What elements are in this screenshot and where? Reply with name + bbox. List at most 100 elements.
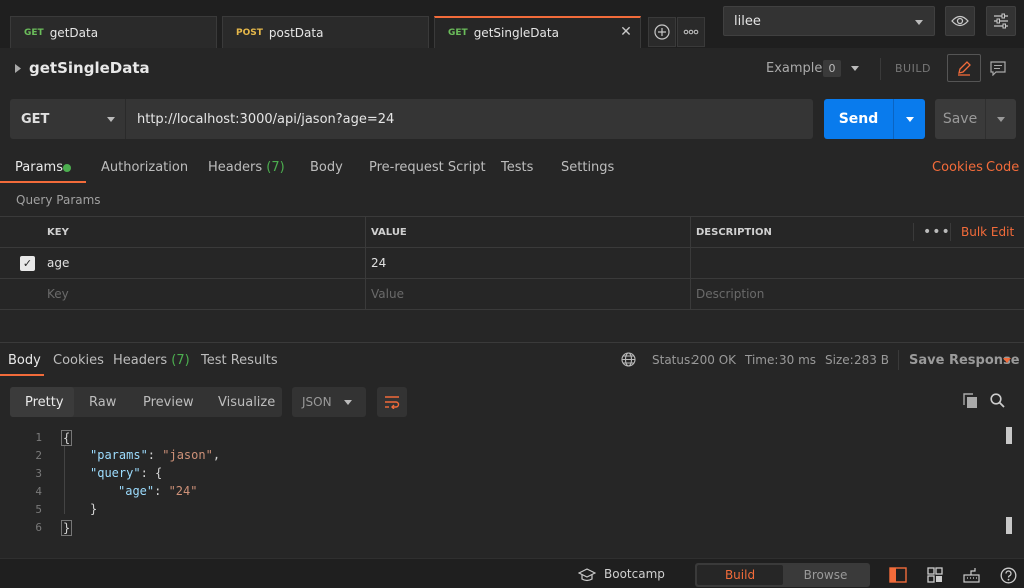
- format-preview-button[interactable]: Preview: [143, 395, 194, 410]
- size-label: Size:: [825, 353, 854, 367]
- tab-label: getData: [49, 25, 99, 40]
- status-label: Status:: [652, 353, 695, 367]
- response-tab-cookies[interactable]: Cookies: [53, 353, 104, 368]
- comment-icon: [990, 60, 1006, 76]
- column-header-value: VALUE: [371, 226, 407, 238]
- send-button[interactable]: Send: [824, 99, 893, 139]
- divider: [880, 58, 881, 80]
- chevron-down-icon[interactable]: [1003, 358, 1011, 363]
- json-key: "query": [90, 466, 141, 480]
- chevron-down-icon[interactable]: [851, 66, 859, 71]
- code-link[interactable]: Code: [986, 160, 1019, 175]
- request-title[interactable]: getSingleData: [29, 59, 150, 77]
- keyboard-shortcuts-button[interactable]: [962, 566, 980, 584]
- scrollbar-thumb[interactable]: [1006, 517, 1012, 534]
- search-icon[interactable]: [990, 393, 1005, 408]
- tab-getData[interactable]: GET getData: [10, 16, 217, 48]
- chevron-down-icon: [906, 117, 914, 122]
- layout-toggle-button[interactable]: [926, 566, 944, 584]
- json-string: "24": [168, 484, 198, 498]
- code-line-open-brace: {: [61, 430, 73, 446]
- divider: [913, 223, 914, 241]
- scrollbar-thumb[interactable]: [1006, 427, 1012, 444]
- url-input[interactable]: http://localhost:3000/api/jason?age=24: [125, 99, 813, 139]
- tab-body[interactable]: Body: [310, 160, 343, 175]
- format-visualize-button[interactable]: Visualize: [218, 395, 275, 410]
- tab-params[interactable]: Params: [15, 160, 71, 175]
- chevron-down-icon: [997, 117, 1005, 122]
- active-tab-indicator: [0, 374, 44, 376]
- json-key: "age": [118, 484, 155, 498]
- divider: [0, 342, 1024, 343]
- query-params-heading: Query Params: [16, 193, 101, 207]
- tab-headers-label: Headers: [208, 160, 263, 175]
- headers-count: (7): [266, 160, 285, 175]
- copy-icon[interactable]: [963, 393, 978, 409]
- tab-tests[interactable]: Tests: [501, 160, 533, 175]
- save-options-button[interactable]: [985, 99, 1016, 139]
- bootcamp-link[interactable]: Bootcamp: [604, 567, 665, 581]
- response-tab-headers[interactable]: Headers (7): [113, 353, 190, 368]
- code-line-query: "query": {: [90, 466, 163, 480]
- format-raw-button[interactable]: Raw: [89, 395, 116, 410]
- divider: [950, 223, 951, 241]
- param-enabled-checkbox[interactable]: ✓: [20, 256, 35, 271]
- build-mode-button[interactable]: Build: [697, 565, 783, 585]
- status-value[interactable]: 200 OK: [692, 353, 736, 367]
- wrap-lines-button[interactable]: [377, 387, 407, 417]
- response-tab-test-results[interactable]: Test Results: [201, 353, 278, 368]
- language-select[interactable]: JSON: [292, 387, 366, 417]
- param-value-input[interactable]: 24: [365, 248, 386, 278]
- cookies-link[interactable]: Cookies: [932, 160, 983, 175]
- line-number: 3: [35, 467, 42, 480]
- help-button[interactable]: [999, 566, 1017, 584]
- close-icon[interactable]: ✕: [618, 24, 634, 40]
- manage-environments-button[interactable]: [986, 6, 1016, 36]
- tab-options-button[interactable]: [677, 17, 705, 47]
- environment-select[interactable]: lilee: [723, 6, 935, 36]
- tab-authorization[interactable]: Authorization: [101, 160, 188, 175]
- tab-label: getSingleData: [473, 26, 559, 40]
- environment-quick-look-button[interactable]: [945, 6, 975, 36]
- code-line-age: "age": "24": [118, 484, 198, 498]
- json-key: "params": [90, 448, 148, 462]
- new-key-input[interactable]: Key: [41, 279, 69, 309]
- two-pane-view-button[interactable]: [889, 566, 907, 584]
- time-label: Time:: [745, 353, 779, 367]
- size-value[interactable]: 283 B: [854, 353, 889, 367]
- param-key-input[interactable]: age: [41, 248, 69, 278]
- tab-settings[interactable]: Settings: [561, 160, 614, 175]
- time-value[interactable]: 30 ms: [779, 353, 816, 367]
- globe-icon[interactable]: [621, 352, 636, 367]
- new-description-input[interactable]: Description: [690, 279, 764, 309]
- environment-value: lilee: [734, 13, 761, 29]
- response-tab-body[interactable]: Body: [8, 353, 41, 368]
- line-number: 2: [35, 449, 42, 462]
- grid-layout-icon: [927, 567, 943, 583]
- divider: [898, 350, 899, 370]
- tab-postData[interactable]: POST postData: [222, 16, 429, 48]
- bulk-edit-link[interactable]: Bulk Edit: [955, 217, 1014, 247]
- send-options-button[interactable]: [893, 99, 925, 139]
- table-row: ✓ age 24: [0, 248, 1024, 279]
- tab-headers[interactable]: Headers (7): [208, 160, 285, 175]
- edit-button[interactable]: [947, 54, 981, 82]
- comments-button[interactable]: [983, 54, 1013, 82]
- caret-right-icon[interactable]: [15, 64, 22, 73]
- param-description-input[interactable]: [690, 248, 1024, 278]
- tab-prerequest-script[interactable]: Pre-request Script: [369, 160, 486, 175]
- browse-mode-button[interactable]: Browse: [783, 565, 868, 585]
- tab-getSingleData[interactable]: GET getSingleData ✕: [434, 16, 641, 48]
- method-badge: GET: [448, 28, 468, 38]
- line-number: 6: [35, 521, 42, 534]
- method-select[interactable]: GET: [10, 99, 125, 139]
- format-pretty-button[interactable]: Pretty: [25, 395, 64, 410]
- examples-label[interactable]: Examples: [766, 61, 829, 76]
- new-value-input[interactable]: Value: [365, 279, 404, 309]
- more-options-icon[interactable]: •••: [917, 217, 951, 247]
- method-badge: POST: [236, 27, 263, 38]
- save-button[interactable]: Save: [935, 99, 985, 139]
- new-tab-button[interactable]: [648, 17, 676, 47]
- examples-count-badge: 0: [823, 60, 841, 77]
- eye-icon: [951, 15, 969, 27]
